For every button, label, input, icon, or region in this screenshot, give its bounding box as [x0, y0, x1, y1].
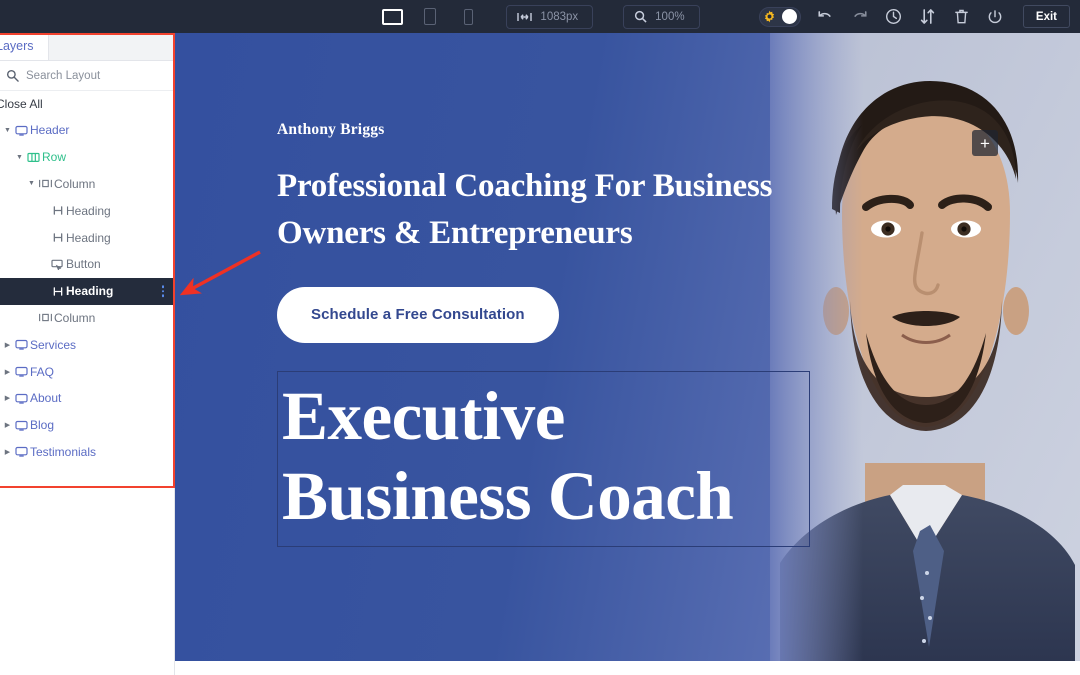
settings-toggle[interactable] — [758, 6, 801, 27]
row-icon — [25, 152, 42, 163]
history-clock-icon[interactable] — [884, 7, 903, 26]
layer-item-row[interactable]: Row — [0, 144, 174, 171]
search-input[interactable] — [26, 69, 174, 82]
layer-item-label: Heading — [66, 230, 111, 245]
layer-item-testimonials[interactable]: Testimonials — [0, 439, 174, 466]
layer-item-label: Column — [54, 176, 96, 191]
module-icon — [13, 393, 30, 404]
zoom-value: 100% — [655, 10, 685, 23]
layer-item-label: Blog — [30, 418, 55, 433]
selected-heading-module[interactable]: Executive Business Coach — [277, 370, 810, 547]
layer-item-label: Column — [54, 310, 96, 325]
search-icon — [6, 69, 19, 82]
exit-button[interactable]: Exit — [1022, 5, 1070, 28]
layer-item-label: Heading — [66, 203, 111, 218]
module-icon — [13, 125, 30, 136]
toggle-knob — [781, 9, 797, 24]
undo-icon[interactable] — [816, 7, 835, 26]
layer-item-label: Row — [42, 150, 67, 165]
caret-closed-icon[interactable] — [2, 368, 13, 376]
column-icon — [37, 178, 54, 189]
search-row — [0, 61, 174, 91]
layer-item-about[interactable]: About — [0, 385, 174, 412]
hero-headline-line1: Professional Coaching For Business — [277, 168, 773, 204]
layers-panel: Layers Close All HeaderRowColumnHeadingH… — [0, 33, 175, 675]
caret-closed-icon[interactable] — [2, 394, 13, 402]
heading-icon — [49, 232, 66, 243]
width-arrows-icon — [517, 11, 533, 23]
hero-content: Anthony Briggs Professional Coaching For… — [277, 121, 837, 547]
editor-root: 1083px 100% Exit ayers Search Layout Clo… — [0, 0, 1080, 675]
caret-open-icon[interactable] — [2, 127, 13, 134]
button-icon — [49, 259, 66, 270]
hero-headline-line2: Owners & Entrepreneurs — [277, 214, 633, 251]
top-toolbar: 1083px 100% Exit — [0, 0, 1080, 33]
device-tablet-icon[interactable] — [418, 6, 442, 28]
canvas-width-control[interactable]: 1083px — [506, 4, 594, 29]
caret-open-icon[interactable] — [26, 180, 37, 187]
layer-item-faq[interactable]: FAQ — [0, 358, 174, 385]
layer-tree: Header Row Column Heading Heading Button Headi… — [0, 117, 174, 465]
panel-tab-bar: Layers — [0, 33, 174, 61]
layer-item-header[interactable]: Header — [0, 117, 174, 144]
caret-closed-icon[interactable] — [2, 448, 13, 456]
layer-item-label: About — [30, 391, 62, 406]
layer-item-column[interactable]: Column — [0, 305, 174, 332]
layer-item-services[interactable]: Services — [0, 331, 174, 358]
hero-headline[interactable]: Professional Coaching For Business Owner… — [277, 163, 837, 257]
redo-icon[interactable] — [850, 7, 869, 26]
layer-item-label: Testimonials — [30, 444, 97, 459]
layer-item-heading[interactable]: Heading — [0, 197, 174, 224]
layer-item-label: Services — [30, 337, 77, 352]
module-icon — [13, 446, 30, 458]
zoom-magnifier-icon — [634, 10, 647, 23]
layer-item-column[interactable]: Column — [0, 171, 174, 198]
canvas-viewport[interactable]: + Anthony Briggs Professional Coaching F… — [175, 33, 1080, 675]
caret-closed-icon[interactable] — [2, 421, 13, 429]
caret-closed-icon[interactable] — [2, 341, 13, 349]
layer-item-button[interactable]: Button — [0, 251, 174, 278]
canvas-width-value: 1083px — [540, 10, 579, 23]
column-icon — [37, 312, 54, 323]
device-preview-group — [380, 6, 480, 28]
layer-item-label: Heading — [66, 284, 114, 299]
power-icon[interactable] — [986, 7, 1005, 26]
caret-open-icon[interactable] — [14, 154, 25, 161]
toolbar-right-group: Exit — [758, 0, 1070, 33]
heading-icon — [49, 286, 66, 297]
layer-item-label: Button — [66, 257, 101, 272]
layer-item-blog[interactable]: Blog — [0, 412, 174, 439]
module-icon — [13, 366, 30, 377]
revisions-sort-icon[interactable] — [918, 7, 937, 26]
module-icon — [13, 420, 30, 431]
hero-eyebrow[interactable]: Anthony Briggs — [277, 121, 837, 139]
tab-layers[interactable]: Layers — [0, 33, 49, 60]
add-element-button[interactable]: + — [972, 130, 998, 156]
cta-button[interactable]: Schedule a Free Consultation — [277, 286, 559, 343]
close-all-button[interactable]: Close All — [0, 91, 174, 117]
hero-section[interactable]: + Anthony Briggs Professional Coaching F… — [175, 33, 1080, 661]
layer-item-label: FAQ — [30, 364, 55, 379]
layer-item-heading[interactable]: Heading — [0, 277, 174, 305]
layer-item-label: Header — [30, 123, 70, 138]
trash-icon[interactable] — [952, 7, 971, 26]
module-icon — [13, 339, 30, 350]
layer-item-heading[interactable]: Heading — [0, 224, 174, 251]
selected-heading-line1: Executive — [282, 377, 565, 454]
layer-options-icon[interactable] — [161, 285, 164, 297]
zoom-control[interactable]: 100% — [623, 4, 700, 29]
device-desktop-icon[interactable] — [380, 6, 404, 28]
selected-heading-line2: Business Coach — [282, 457, 734, 534]
heading-icon — [49, 205, 66, 216]
gear-icon — [763, 10, 776, 23]
device-mobile-icon[interactable] — [456, 6, 480, 28]
